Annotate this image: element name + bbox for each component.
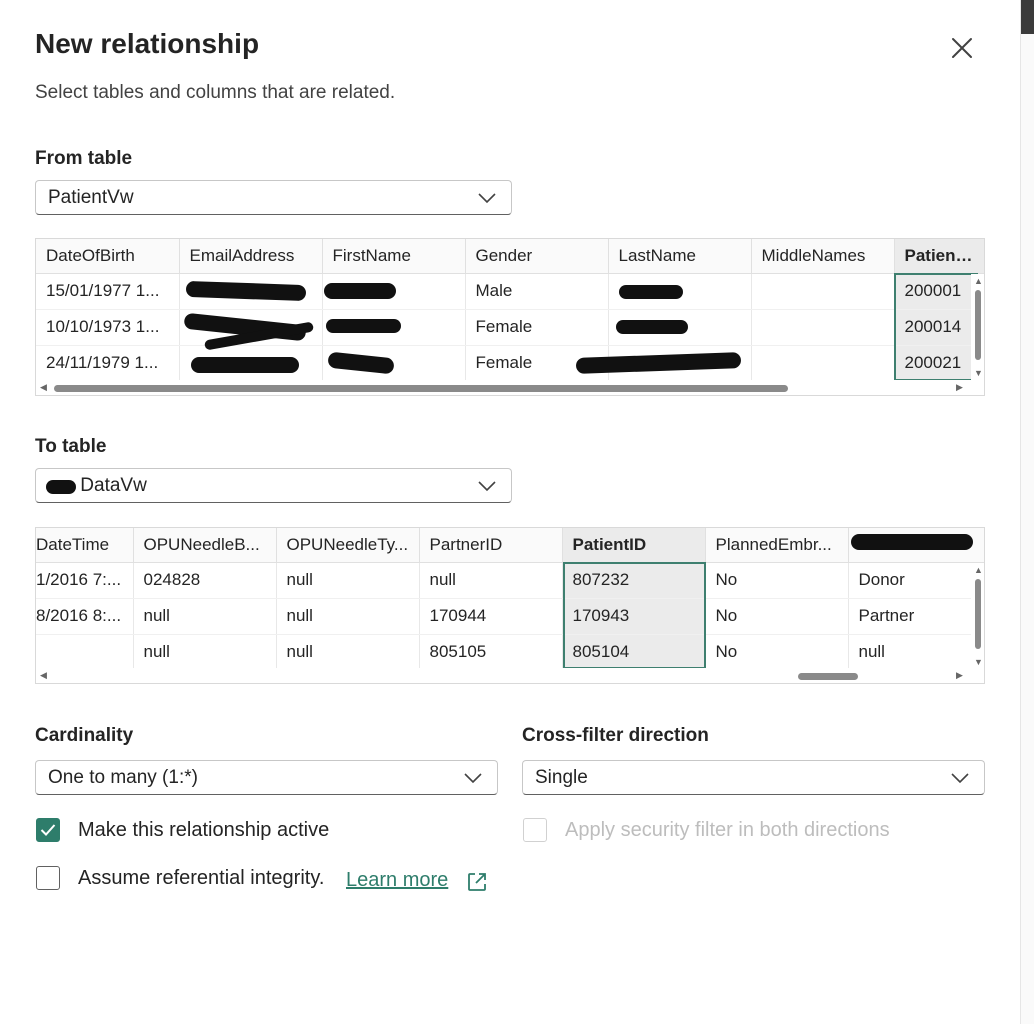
from-vertical-scrollbar[interactable]: ▲ ▼ (971, 274, 984, 380)
column-header[interactable]: Gender (465, 239, 609, 274)
from-table-label: From table (35, 148, 133, 169)
security-filter-checkbox[interactable] (523, 818, 547, 842)
external-link-icon[interactable] (465, 870, 489, 894)
column-header[interactable]: EmailAddress (179, 239, 323, 274)
table-cell: null (419, 562, 563, 599)
cardinality-value: One to many (1:*) (48, 767, 198, 788)
table-cell: 10/10/1973 1... (36, 309, 180, 346)
background-window (1020, 0, 1034, 1024)
to-table-dropdown[interactable]: DataVw (35, 468, 512, 503)
table-cell: Donor (848, 562, 984, 599)
make-active-checkbox[interactable] (36, 818, 60, 842)
table-cell: No (705, 634, 849, 671)
column-header[interactable]: MiddleNames (751, 239, 895, 274)
table-cell: 24/11/1979 1... (36, 345, 180, 382)
from-horizontal-scrollbar[interactable]: ◀ ▶ (36, 380, 984, 395)
table-cell: 805104 (562, 634, 706, 671)
column-header[interactable]: PartnerID (419, 528, 563, 563)
dialog-subtitle: Select tables and columns that are relat… (35, 82, 396, 103)
to-table-preview-grid: DateTime OPUNeedleB... OPUNeedleTy... Partn… (35, 527, 985, 684)
from-table-data: DateOfBirth EmailAddress FirstName Gender La… (36, 239, 984, 382)
table-cell: No (705, 562, 849, 599)
table-cell: 8/2016 8:... (36, 598, 134, 635)
table-row: 24/11/1979 1... Female 200021 (36, 345, 984, 382)
make-active-label: Make this relationship active (78, 819, 330, 841)
redacted-firstname (324, 283, 396, 299)
column-header[interactable]: FirstName (322, 239, 466, 274)
table-row: 10/10/1973 1... Female 200014 (36, 309, 984, 346)
to-table-data: DateTime OPUNeedleB... OPUNeedleTy... Partn… (36, 528, 984, 671)
checkmark-icon (40, 824, 56, 836)
security-filter-label: Apply security filter in both directions (565, 819, 890, 841)
table-cell: 170944 (419, 598, 563, 635)
learn-more-link[interactable]: Learn more (346, 869, 448, 892)
from-table-dropdown[interactable]: PatientVw (35, 180, 512, 215)
table-cell: 15/01/1977 1... (36, 273, 180, 310)
chevron-down-icon (478, 481, 496, 492)
table-row: 15/01/1977 1... Male 200001 (36, 273, 984, 310)
chevron-down-icon (478, 193, 496, 204)
column-header[interactable]: OPUNeedleTy... (276, 528, 420, 563)
cardinality-dropdown[interactable]: One to many (1:*) (35, 760, 498, 795)
table-cell (36, 634, 134, 671)
from-table-preview-grid: DateOfBirth EmailAddress FirstName Gender La… (35, 238, 985, 396)
referential-integrity-checkbox[interactable] (36, 866, 60, 890)
column-header[interactable]: OPUNeedleB... (133, 528, 277, 563)
redacted-lastname (619, 285, 683, 299)
table-cell (751, 345, 895, 382)
table-cell: No (705, 598, 849, 635)
table-cell (751, 309, 895, 346)
table-cell: 805105 (419, 634, 563, 671)
table-row: null null 805105 805104 No null (36, 634, 984, 671)
redacted-lastname (616, 320, 688, 334)
table-cell: null (276, 634, 420, 671)
table-cell: Partner (848, 598, 984, 635)
close-icon (952, 38, 972, 58)
column-header[interactable]: PatientId (894, 239, 984, 274)
table-cell: 024828 (133, 562, 277, 599)
referential-integrity-label: Assume referential integrity. (78, 867, 325, 889)
redacted-email (191, 357, 299, 373)
table-row: 8/2016 8:... null null 170944 170943 No Partne… (36, 598, 984, 635)
table-cell: null (276, 562, 420, 599)
redacted-column-header (851, 534, 973, 550)
redacted-table-prefix (46, 480, 76, 494)
table-cell: null (133, 634, 277, 671)
to-horizontal-scrollbar[interactable]: ◀ ▶ (36, 668, 984, 683)
table-cell: 1/2016 7:... (36, 562, 134, 599)
column-header[interactable]: DateOfBirth (36, 239, 180, 274)
cross-filter-label: Cross-filter direction (522, 725, 709, 746)
table-cell: null (276, 598, 420, 635)
from-table-header-row: DateOfBirth EmailAddress FirstName Gender La… (36, 239, 984, 274)
table-cell: Female (465, 309, 609, 346)
table-cell: null (848, 634, 984, 671)
to-table-label: To table (35, 436, 107, 457)
close-button[interactable] (946, 32, 978, 64)
table-cell: Male (465, 273, 609, 310)
to-table-value: DataVw (80, 475, 147, 496)
cardinality-label: Cardinality (35, 725, 134, 746)
table-cell (751, 273, 895, 310)
column-header[interactable]: PlannedEmbr... (705, 528, 849, 563)
cross-filter-dropdown[interactable]: Single (522, 760, 985, 795)
dialog-title: New relationship (35, 28, 260, 59)
from-table-value: PatientVw (48, 187, 134, 208)
table-cell: null (133, 598, 277, 635)
column-header[interactable]: DateTime (36, 528, 134, 563)
table-row: 1/2016 7:... 024828 null null 807232 No Donor (36, 562, 984, 599)
table-cell: 807232 (562, 562, 706, 599)
chevron-down-icon (951, 773, 969, 784)
chevron-down-icon (464, 773, 482, 784)
table-cell: 170943 (562, 598, 706, 635)
column-header[interactable]: PatientID (562, 528, 706, 563)
cross-filter-value: Single (535, 767, 588, 788)
new-relationship-dialog: New relationship Select tables and colum… (0, 0, 1020, 1024)
column-header[interactable]: LastName (608, 239, 752, 274)
to-table-header-row: DateTime OPUNeedleB... OPUNeedleTy... Partn… (36, 528, 984, 563)
to-vertical-scrollbar[interactable]: ▲ ▼ (971, 563, 984, 669)
background-titlebar (1021, 0, 1034, 34)
redacted-firstname (326, 319, 401, 333)
